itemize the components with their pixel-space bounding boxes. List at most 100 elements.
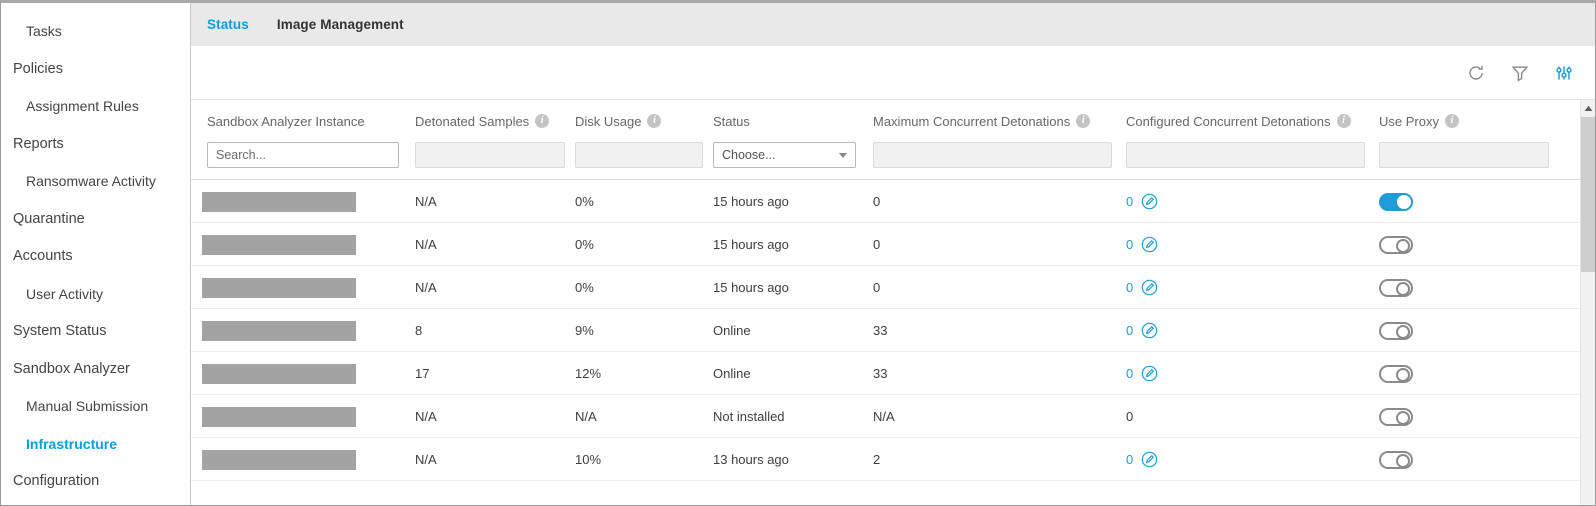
configured-detonations-link[interactable]: 0 [1126,194,1133,209]
sidebar-item-label: Accounts [13,248,73,264]
table-row[interactable]: 17 12% Online 33 0 [191,352,1595,395]
column-settings-icon[interactable] [1551,60,1577,86]
cell-configured-concurrent-detonations: 0 [1126,352,1158,395]
cell-maximum-concurrent-detonations: 0 [873,237,881,252]
edit-pencil-icon[interactable] [1141,365,1158,382]
cell-status: 15 hours ago [713,237,789,252]
table-header: Sandbox Analyzer Instance Detonated Sampl… [191,100,1595,180]
filter-select-status[interactable]: Choose... [713,142,856,168]
table-row[interactable]: N/A 0% 15 hours ago 0 0 [191,223,1595,266]
chevron-up-icon[interactable] [1581,100,1595,117]
edit-pencil-icon[interactable] [1141,322,1158,339]
info-icon[interactable]: i [1076,114,1091,128]
info-icon[interactable]: i [647,114,662,128]
configured-detonations-link[interactable]: 0 [1126,366,1133,381]
sidebar-item-reports[interactable]: Reports [1,126,190,164]
cell-instance [202,395,356,438]
edit-pencil-icon[interactable] [1141,193,1158,210]
cell-configured-concurrent-detonations: 0 [1126,395,1133,438]
sidebar-item-tasks[interactable]: Tasks [1,13,190,51]
filter-icon[interactable] [1507,60,1533,86]
sidebar-item-assignment-rules[interactable]: Assignment Rules [1,88,190,126]
column-header-label: Use Proxy i [1379,100,1549,134]
column-header-label: Status [713,100,856,134]
redacted-instance-name [202,406,356,427]
column-header-max_detonations: Maximum Concurrent Detonations i [873,100,1112,168]
info-icon[interactable]: i [535,114,550,128]
table-row[interactable]: N/A 0% 15 hours ago 0 0 [191,266,1595,309]
use-proxy-toggle[interactable] [1379,278,1413,297]
info-icon[interactable]: i [1444,114,1459,128]
table-row[interactable]: N/A N/A Not installed N/A 0 [191,395,1595,438]
redacted-instance-name [202,320,356,341]
use-proxy-toggle[interactable] [1379,407,1413,426]
sidebar-item-accounts[interactable]: Accounts [1,238,190,276]
cell-configured-concurrent-detonations: 0 [1126,180,1158,223]
sidebar-item-infrastructure[interactable]: Infrastructure [1,426,190,464]
use-proxy-toggle[interactable] [1379,450,1413,469]
cell-configured-concurrent-detonations: 0 [1126,309,1158,352]
cell-instance [202,180,356,223]
use-proxy-toggle[interactable] [1379,235,1413,254]
redacted-instance-name [202,234,356,255]
filter-input-detonated [415,142,565,168]
redacted-instance-name [202,191,356,212]
edit-pencil-icon[interactable] [1141,451,1158,468]
sidebar-item-manual-submission[interactable]: Manual Submission [1,388,190,426]
cell-detonated-samples: N/A [415,280,437,295]
instances-table: Sandbox Analyzer Instance Detonated Sampl… [191,99,1595,505]
sidebar-item-sandbox-analyzer[interactable]: Sandbox Analyzer [1,351,190,389]
sidebar-item-configuration[interactable]: Configuration [1,463,190,501]
column-header-detonated: Detonated Samples i [415,100,565,168]
table-row[interactable]: N/A 0% 15 hours ago 0 0 [191,180,1595,223]
column-header-instance: Sandbox Analyzer Instance [207,100,399,168]
vertical-scrollbar[interactable] [1580,100,1595,505]
cell-maximum-concurrent-detonations: 0 [873,194,881,209]
column-header-disk: Disk Usage i [575,100,703,168]
cell-disk-usage: 9% [575,323,594,338]
cell-disk-usage: 0% [575,194,594,209]
sidebar-item-label: Reports [13,135,64,152]
table-row[interactable]: 8 9% Online 33 0 [191,309,1595,352]
tab-status[interactable]: Status [207,17,249,32]
use-proxy-toggle[interactable] [1379,364,1413,383]
sidebar-item-quarantine[interactable]: Quarantine [1,201,190,239]
cell-use-proxy [1379,395,1413,438]
configured-detonations-value: 0 [1126,409,1134,424]
cell-maximum-concurrent-detonations: 2 [873,452,881,467]
configured-detonations-link[interactable]: 0 [1126,452,1133,467]
cell-status: 13 hours ago [713,452,789,467]
sidebar-item-policies[interactable]: Policies [1,51,190,89]
filter-input-instance[interactable] [207,142,399,168]
cell-use-proxy [1379,438,1413,481]
cell-disk-usage: 0% [575,280,594,295]
scrollbar-thumb[interactable] [1581,117,1595,272]
info-icon[interactable]: i [1336,114,1351,128]
toggle-knob [1396,238,1410,253]
sidebar-item-user-activity[interactable]: User Activity [1,276,190,314]
use-proxy-toggle[interactable] [1379,321,1413,340]
filter-input-use_proxy [1379,142,1549,168]
cell-maximum-concurrent-detonations: 33 [873,323,888,338]
toggle-knob [1396,281,1410,296]
configured-detonations-link[interactable]: 0 [1126,323,1133,338]
sidebar-item-system-status[interactable]: System Status [1,313,190,351]
use-proxy-toggle[interactable] [1379,192,1413,211]
sidebar-item-label: Ransomware Activity [26,173,156,189]
edit-pencil-icon[interactable] [1141,236,1158,253]
edit-pencil-icon[interactable] [1141,279,1158,296]
redacted-instance-name [202,277,356,298]
sidebar-item-ransomware-activity[interactable]: Ransomware Activity [1,163,190,201]
configured-detonations-link[interactable]: 0 [1126,280,1133,295]
column-header-text: Maximum Concurrent Detonations [873,113,1071,129]
filter-select-value: Choose... [722,148,776,162]
tab-image-management[interactable]: Image Management [277,17,404,32]
refresh-icon[interactable] [1463,60,1489,86]
cell-status: Online [713,323,751,338]
sidebar-item-label: Quarantine [13,210,85,227]
table-row[interactable]: N/A 10% 13 hours ago 2 0 [191,438,1595,481]
toggle-knob [1396,453,1410,468]
filter-input-disk [575,142,703,168]
column-header-text: Disk Usage [575,113,642,129]
configured-detonations-link[interactable]: 0 [1126,237,1133,252]
